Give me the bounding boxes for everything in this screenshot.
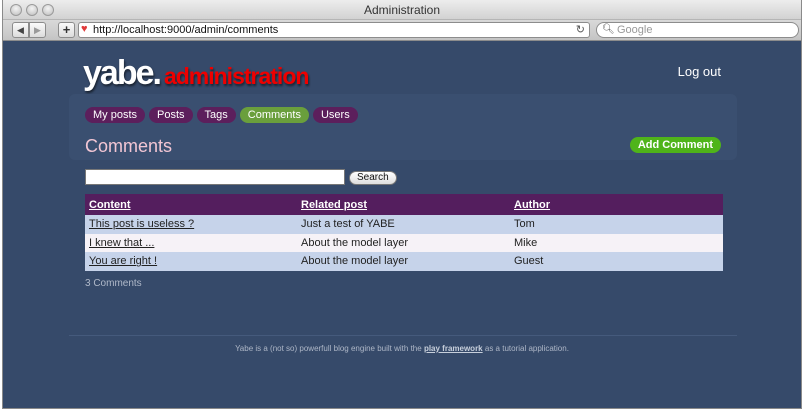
tab-comments[interactable]: Comments bbox=[239, 107, 309, 123]
plus-icon: + bbox=[62, 22, 71, 37]
title-bar: Administration bbox=[3, 0, 801, 20]
browser-search-field[interactable]: 🔍︎ Google bbox=[596, 22, 799, 38]
back-arrow-icon: ◀ bbox=[17, 25, 24, 35]
forward-arrow-icon: ▶ bbox=[34, 25, 41, 35]
site-logo: yabe. administration bbox=[83, 54, 309, 93]
column-header-author[interactable]: Author bbox=[510, 194, 723, 215]
add-bookmark-button[interactable]: + bbox=[58, 22, 75, 38]
admin-tabs: My posts Posts Tags Comments Users bbox=[85, 107, 358, 123]
play-framework-link[interactable]: play framework bbox=[424, 344, 483, 353]
reload-icon[interactable]: ↻ bbox=[576, 23, 585, 37]
related-post-cell: About the model layer bbox=[297, 252, 510, 271]
page-title: Comments bbox=[85, 136, 173, 156]
comment-content-link[interactable]: This post is useless ? bbox=[85, 215, 297, 234]
table-row: You are right ! About the model layer Gu… bbox=[85, 252, 723, 271]
tab-tags[interactable]: Tags bbox=[196, 107, 236, 123]
related-post-cell: About the model layer bbox=[297, 233, 510, 252]
tab-posts[interactable]: Posts bbox=[149, 107, 193, 123]
tab-users[interactable]: Users bbox=[312, 107, 358, 123]
back-button[interactable]: ◀ bbox=[12, 22, 29, 38]
forward-button[interactable]: ▶ bbox=[29, 22, 46, 38]
page-footer: Yabe is a (not so) powerfull blog engine… bbox=[3, 344, 801, 353]
logout-link[interactable]: Log out bbox=[678, 64, 721, 79]
comment-content-link[interactable]: I knew that ... bbox=[85, 233, 297, 252]
related-post-cell: Just a test of YABE bbox=[297, 215, 510, 234]
footer-prefix: Yabe is a (not so) powerfull blog engine… bbox=[235, 344, 422, 353]
browser-window: Administration ◀ ▶ + ♥ http://localhost:… bbox=[2, 0, 802, 409]
table-header-row: Content Related post Author bbox=[85, 194, 723, 215]
search-placeholder: Google bbox=[617, 24, 653, 36]
column-header-content[interactable]: Content bbox=[85, 194, 297, 215]
search-button[interactable]: Search bbox=[349, 171, 397, 185]
heart-favicon-icon: ♥ bbox=[81, 23, 88, 35]
url-text: http://localhost:9000/admin/comments bbox=[93, 24, 279, 36]
footer-suffix: as a tutorial application. bbox=[484, 344, 569, 353]
search-input[interactable] bbox=[85, 169, 345, 185]
table-row: I knew that ... About the model layer Mi… bbox=[85, 233, 723, 252]
comment-content-link[interactable]: You are right ! bbox=[85, 252, 297, 271]
browser-toolbar: ◀ ▶ + ♥ http://localhost:9000/admin/comm… bbox=[3, 20, 801, 41]
logo-subtitle: administration bbox=[163, 63, 309, 89]
address-bar[interactable]: ♥ http://localhost:9000/admin/comments ↻ bbox=[78, 22, 590, 38]
tab-my-posts[interactable]: My posts bbox=[85, 107, 146, 123]
admin-page: yabe. administration Log out My posts Pos… bbox=[3, 42, 801, 408]
add-comment-button[interactable]: Add Comment bbox=[629, 137, 721, 153]
comments-count: 3 Comments bbox=[85, 278, 142, 289]
author-cell: Tom bbox=[510, 215, 723, 234]
author-cell: Mike bbox=[510, 233, 723, 252]
footer-divider bbox=[69, 335, 737, 336]
author-cell: Guest bbox=[510, 252, 723, 271]
search-icon: 🔍︎ bbox=[602, 24, 615, 35]
window-title: Administration bbox=[363, 3, 441, 17]
comments-table: Content Related post Author This post is… bbox=[85, 194, 723, 271]
logo-brand: yabe. bbox=[83, 54, 162, 92]
table-row: This post is useless ? Just a test of YA… bbox=[85, 215, 723, 234]
column-header-related-post[interactable]: Related post bbox=[297, 194, 510, 215]
